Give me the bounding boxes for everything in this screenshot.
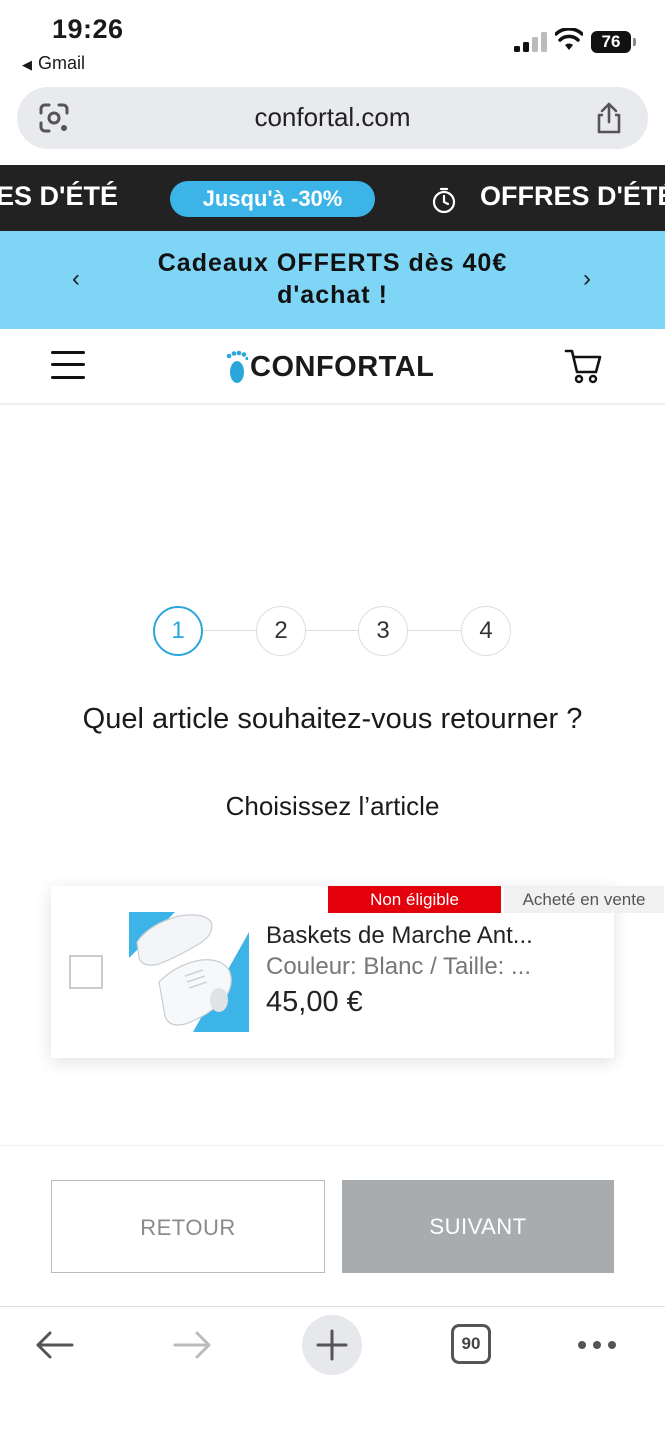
gift-banner-text: Cadeaux OFFERTS dès 40€ d'achat ! [125, 247, 540, 311]
footprint-icon [226, 350, 248, 383]
discount-pill: Jusqu'à -30% [170, 181, 375, 217]
browser-toolbar: 90 [0, 1306, 665, 1440]
order-item-card[interactable]: Non éligible Acheté en vente Baskets de … [51, 886, 664, 1058]
item-price: 45,00 € [266, 986, 363, 1018]
next-button[interactable]: SUIVANT [342, 1180, 614, 1273]
back-arrow-icon[interactable] [34, 1329, 74, 1361]
gift-line-1: Cadeaux OFFERTS dès 40€ [157, 249, 508, 277]
return-stepper: 1 2 3 4 [153, 606, 511, 656]
forward-arrow-icon[interactable] [173, 1329, 213, 1361]
page-subtitle: Choisissez l’article [225, 791, 440, 821]
step-1: 1 [153, 606, 203, 656]
logo-text: CONFORTAL [250, 350, 435, 383]
item-name: Baskets de Marche Ant... [266, 922, 533, 949]
tab-switcher-button[interactable]: 90 [451, 1324, 491, 1364]
battery-icon: 76 [591, 31, 636, 53]
step-3: 3 [358, 606, 408, 656]
address-bar[interactable]: confortal.com [17, 87, 648, 149]
step-2: 2 [256, 606, 306, 656]
wifi-icon [555, 28, 583, 50]
back-triangle-icon: ◀ [22, 57, 32, 72]
cart-icon[interactable] [563, 346, 603, 386]
product-thumbnail [129, 912, 249, 1032]
page-question: Quel article souhaitez-vous retourner ? [82, 703, 583, 735]
share-icon[interactable] [594, 101, 624, 135]
item-variant: Couleur: Blanc / Taille: ... [266, 953, 532, 980]
url-text[interactable]: confortal.com [17, 102, 648, 133]
status-time: 19:26 [52, 14, 124, 44]
site-header: CONFORTAL [0, 329, 665, 405]
gift-line-2: d'achat ! [277, 281, 388, 309]
promo-marquee: ES D'ÉTÉ Jusqu'à -30% OFFRES D'ÉTÉ [0, 165, 665, 231]
gift-banner: ‹ Cadeaux OFFERTS dès 40€ d'achat ! › [0, 231, 665, 329]
plus-icon [316, 1329, 348, 1361]
action-footer: RETOUR SUIVANT [0, 1145, 665, 1305]
step-4: 4 [461, 606, 511, 656]
timer-icon [432, 187, 456, 214]
banner-prev-button[interactable]: ‹ [72, 265, 80, 293]
banner-next-button[interactable]: › [583, 265, 591, 293]
back-app-label: Gmail [38, 53, 86, 73]
signal-icon [514, 32, 548, 52]
new-tab-button[interactable] [302, 1315, 362, 1375]
menu-icon[interactable] [51, 349, 85, 381]
promo-text-left: ES D'ÉTÉ [0, 181, 118, 211]
stepper-line [178, 630, 486, 631]
back-to-app-link[interactable]: ◀ Gmail [22, 53, 85, 74]
site-logo[interactable]: CONFORTAL [226, 349, 434, 385]
promo-text-right: OFFRES D'ÉTÉ [480, 181, 665, 211]
ineligible-badge: Non éligible [328, 886, 501, 913]
item-checkbox[interactable] [69, 955, 103, 989]
status-bar: 19:26 ◀ Gmail 76 [0, 0, 665, 82]
sale-purchase-badge: Acheté en vente [504, 886, 664, 913]
back-button[interactable]: RETOUR [51, 1180, 325, 1273]
